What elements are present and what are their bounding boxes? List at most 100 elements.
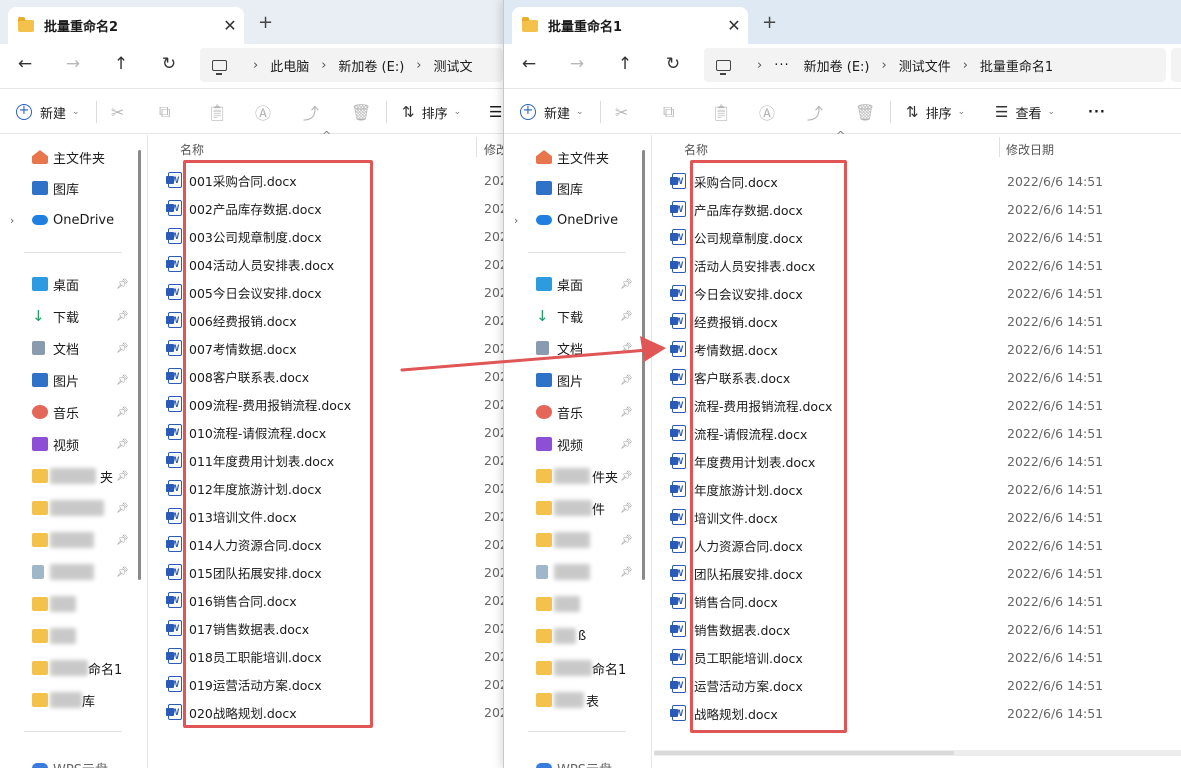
- close-icon[interactable]: ✕: [216, 16, 244, 35]
- forward-arrow-icon[interactable]: →: [565, 52, 589, 76]
- back-arrow-icon[interactable]: ←: [517, 52, 541, 76]
- file-row[interactable]: W 考情数据.docx 2022/6/6 14:51: [654, 335, 1181, 363]
- close-icon[interactable]: ✕: [720, 16, 748, 35]
- up-arrow-icon[interactable]: ↑: [613, 52, 637, 76]
- address-bar[interactable]: › 此电脑 › 新加卷 (E:) › 测试文: [200, 48, 503, 82]
- sidebar-item-folder-blurred-5[interactable]: [0, 622, 135, 650]
- refresh-icon[interactable]: ↻: [661, 52, 685, 76]
- pin-icon[interactable]: 📌︎: [116, 567, 129, 578]
- file-row[interactable]: W 019运营活动方案.docx 202: [150, 670, 503, 698]
- sidebar-item-videos[interactable]: 视频 📌︎: [0, 430, 135, 458]
- pin-icon[interactable]: 📌︎: [116, 439, 129, 450]
- sidebar-item-rename1[interactable]: 命名1: [0, 654, 135, 682]
- sidebar-item-folder-blurred-6[interactable]: 表: [504, 686, 639, 714]
- pin-icon[interactable]: 📌︎: [620, 471, 633, 482]
- cut-icon[interactable]: ✂: [615, 101, 628, 123]
- rename-icon[interactable]: Ⓐ: [255, 101, 271, 123]
- file-row[interactable]: W 销售数据表.docx 2022/6/6 14:51: [654, 615, 1181, 643]
- file-row[interactable]: W 015团队拓展安排.docx 202: [150, 558, 503, 586]
- file-row[interactable]: W 013培训文件.docx 202: [150, 502, 503, 530]
- sidebar-item-gallery[interactable]: 图库: [504, 174, 639, 202]
- sidebar-item-pictures[interactable]: 图片 📌︎: [0, 366, 135, 394]
- more-options-icon[interactable]: ···: [1088, 101, 1106, 123]
- sidebar-item-documents[interactable]: 文档 📌︎: [504, 334, 639, 362]
- sidebar-item-onedrive[interactable]: › OneDrive: [0, 206, 135, 234]
- file-row[interactable]: W 007考情数据.docx 202: [150, 334, 503, 362]
- view-icon[interactable]: ☰: [489, 101, 502, 123]
- search-box[interactable]: [1171, 48, 1181, 82]
- pin-icon[interactable]: 📌︎: [620, 567, 633, 578]
- sidebar-item-folder-blurred-5[interactable]: ß: [504, 622, 639, 650]
- delete-icon[interactable]: 🗑︎: [855, 101, 875, 123]
- column-name-header[interactable]: 名称: [180, 141, 204, 158]
- view-button[interactable]: ☰ 查看 ⌄: [995, 101, 1055, 123]
- file-row[interactable]: W 经费报销.docx 2022/6/6 14:51: [654, 307, 1181, 335]
- chevron-right-icon[interactable]: ›: [514, 214, 518, 227]
- share-icon[interactable]: ⤴: [303, 101, 319, 123]
- file-row[interactable]: W 016销售合同.docx 202: [150, 586, 503, 614]
- file-row[interactable]: W 018员工职能培训.docx 202: [150, 642, 503, 670]
- sidebar-item-folder-blurred-2[interactable]: 件 📌︎: [504, 494, 639, 522]
- file-row[interactable]: W 培训文件.docx 2022/6/6 14:51: [654, 503, 1181, 531]
- file-row[interactable]: W 020战略规划.docx 202: [150, 698, 503, 726]
- pin-icon[interactable]: 📌︎: [620, 503, 633, 514]
- paste-icon[interactable]: 📋︎: [711, 101, 731, 123]
- address-bar[interactable]: › ··· 新加卷 (E:) › 测试文件 › 批量重命名1: [704, 48, 1166, 82]
- file-row[interactable]: W 009流程-费用报销流程.docx 202: [150, 390, 503, 418]
- file-row[interactable]: W 采购合同.docx 2022/6/6 14:51: [654, 167, 1181, 195]
- file-row[interactable]: W 活动人员安排表.docx 2022/6/6 14:51: [654, 251, 1181, 279]
- sidebar-item-folder-blurred-1[interactable]: 夹 📌︎: [0, 462, 135, 490]
- pin-icon[interactable]: 📌︎: [620, 439, 633, 450]
- file-row[interactable]: W 008客户联系表.docx 202: [150, 362, 503, 390]
- pin-icon[interactable]: 📌︎: [116, 471, 129, 482]
- file-row[interactable]: W 产品库存数据.docx 2022/6/6 14:51: [654, 195, 1181, 223]
- sidebar-scrollbar[interactable]: [642, 150, 645, 580]
- file-row[interactable]: W 014人力资源合同.docx 202: [150, 530, 503, 558]
- sidebar-item-documents[interactable]: 文档 📌︎: [0, 334, 135, 362]
- breadcrumb-test-folder[interactable]: 测试文件: [899, 56, 951, 75]
- chevron-right-icon[interactable]: ›: [10, 214, 14, 227]
- sidebar-item-rename1[interactable]: 命名1: [504, 654, 639, 682]
- copy-icon[interactable]: ⧉: [159, 101, 170, 123]
- file-row[interactable]: W 战略规划.docx 2022/6/6 14:51: [654, 699, 1181, 727]
- sort-button[interactable]: ⇅ 排序 ⌄: [906, 101, 965, 123]
- sidebar-item-recycle-blurred[interactable]: 📌︎: [0, 558, 135, 586]
- breadcrumb-this-pc[interactable]: 此电脑: [270, 56, 309, 75]
- file-row[interactable]: W 006经费报销.docx 202: [150, 306, 503, 334]
- file-row[interactable]: W 公司规章制度.docx 2022/6/6 14:51: [654, 223, 1181, 251]
- file-row[interactable]: W 今日会议安排.docx 2022/6/6 14:51: [654, 279, 1181, 307]
- file-row[interactable]: W 011年度费用计划表.docx 202: [150, 446, 503, 474]
- pin-icon[interactable]: 📌︎: [116, 535, 129, 546]
- delete-icon[interactable]: 🗑︎: [351, 101, 371, 123]
- pin-icon[interactable]: 📌︎: [620, 279, 633, 290]
- file-row[interactable]: W 017销售数据表.docx 202: [150, 614, 503, 642]
- pin-icon[interactable]: 📌︎: [620, 535, 633, 546]
- copy-icon[interactable]: ⧉: [663, 101, 674, 123]
- sidebar-item-wps[interactable]: WPS云盘: [0, 749, 135, 768]
- file-row[interactable]: W 流程-费用报销流程.docx 2022/6/6 14:51: [654, 391, 1181, 419]
- sidebar-item-folder-blurred-4[interactable]: [0, 590, 135, 618]
- horizontal-scrollbar[interactable]: [654, 750, 1181, 756]
- breadcrumb-drive-e[interactable]: 新加卷 (E:): [804, 56, 870, 75]
- new-tab-button[interactable]: +: [258, 12, 273, 33]
- share-icon[interactable]: ⤴: [807, 101, 823, 123]
- pin-icon[interactable]: 📌︎: [620, 375, 633, 386]
- sidebar-item-downloads[interactable]: ↓ 下载 📌︎: [504, 302, 639, 330]
- file-row[interactable]: W 004活动人员安排表.docx 202: [150, 250, 503, 278]
- breadcrumb-test-folder[interactable]: 测试文: [434, 56, 473, 75]
- file-row[interactable]: W 年度旅游计划.docx 2022/6/6 14:51: [654, 475, 1181, 503]
- file-row[interactable]: W 012年度旅游计划.docx 202: [150, 474, 503, 502]
- new-button[interactable]: + 新建 ⌄: [520, 101, 584, 123]
- pin-icon[interactable]: 📌︎: [116, 503, 129, 514]
- sidebar-item-folder-blurred-3[interactable]: 📌︎: [504, 526, 639, 554]
- sidebar-item-home[interactable]: 主文件夹: [0, 143, 135, 171]
- back-arrow-icon[interactable]: ←: [13, 52, 37, 76]
- breadcrumb-drive-e[interactable]: 新加卷 (E:): [338, 56, 404, 75]
- file-row[interactable]: W 员工职能培训.docx 2022/6/6 14:51: [654, 643, 1181, 671]
- sidebar-item-onedrive[interactable]: › OneDrive: [504, 206, 639, 234]
- column-date-header[interactable]: 修改日期: [1006, 141, 1054, 158]
- new-button[interactable]: + 新建 ⌄: [16, 101, 80, 123]
- sidebar-item-desktop[interactable]: 桌面 📌︎: [0, 270, 135, 298]
- sidebar-item-downloads[interactable]: ↓ 下载 📌︎: [0, 302, 135, 330]
- breadcrumb-rename1[interactable]: 批量重命名1: [980, 56, 1053, 75]
